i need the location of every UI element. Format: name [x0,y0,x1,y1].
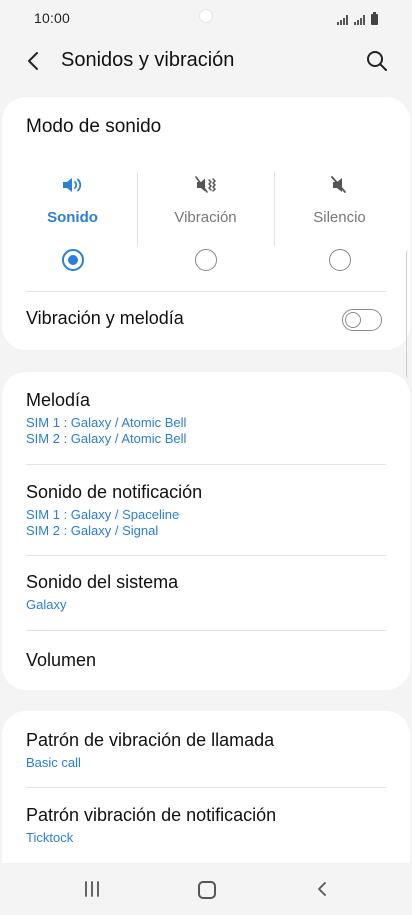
vibrate-with-ringtone-toggle[interactable] [342,309,382,331]
nav-back-icon[interactable] [314,881,330,897]
radio-vibration[interactable] [194,249,217,271]
call-vibration-pattern-title: Patrón de vibración de llamada [26,730,275,750]
mode-label-silent: Silencio [313,209,366,226]
signal-icon [337,15,348,25]
battery-icon [371,12,378,25]
status-icons [337,11,378,25]
volume-row[interactable]: Volumen [2,631,410,689]
melody-sim1: SIM 1 : Galaxy / Atomic Bell [26,415,187,430]
mute-icon [330,176,346,193]
notification-vibration-pattern-row[interactable]: Patrón vibración de notificación Ticktoc… [2,788,410,863]
speaker-icon [62,178,81,192]
system-sound-value: Galaxy [26,597,67,612]
radio-silent[interactable] [328,249,351,271]
notification-sound-sim1: SIM 1 : Galaxy / Spaceline [26,507,180,522]
recent-apps-icon[interactable] [84,881,100,897]
signal-icon [354,15,365,25]
scrollbar-handle[interactable] [406,250,412,378]
volume-title: Volumen [26,650,97,670]
system-sound-row[interactable]: Sonido del sistema Galaxy [2,556,410,630]
notification-sound-sim2: SIM 2 : Galaxy / Signal [26,523,159,538]
melody-sim2: SIM 2 : Galaxy / Atomic Bell [26,431,187,446]
vibrate-icon [194,176,216,193]
melody-row[interactable]: Melodía SIM 1 : Galaxy / Atomic Bell SIM… [2,372,410,464]
navigation-bar [0,863,412,915]
notification-vibration-pattern-value: Ticktock [26,830,74,845]
vibrate-with-ringtone-label: Vibración y melodía [26,308,184,328]
home-icon[interactable] [198,881,216,899]
radio-sound[interactable] [61,249,84,271]
ringtones-card: Melodía SIM 1 : Galaxy / Atomic Bell SIM… [2,372,410,690]
notification-sound-title: Sonido de notificación [26,482,203,502]
back-arrow-icon[interactable] [22,49,46,73]
mode-label-vibration: Vibración [174,209,237,226]
sound-mode-title: Modo de sonido [26,116,162,137]
sound-mode-card: Modo de sonido Sonido Vibración Silencio [2,97,410,350]
notification-vibration-pattern-title: Patrón vibración de notificación [26,805,277,825]
call-vibration-pattern-row[interactable]: Patrón de vibración de llamada Basic cal… [2,711,410,787]
notification-sound-row[interactable]: Sonido de notificación SIM 1 : Galaxy / … [2,465,410,555]
page-title: Sonidos y vibración [61,49,235,71]
vibration-patterns-card: Patrón de vibración de llamada Basic cal… [2,711,410,863]
app-header: Sonidos y vibración [0,36,412,86]
vibrate-with-ringtone-row[interactable]: Vibración y melodía [2,292,410,348]
system-sound-title: Sonido del sistema [26,572,179,592]
mode-label-sound: Sonido [47,209,98,226]
call-vibration-pattern-value: Basic call [26,755,81,770]
camera-cutout [199,9,213,23]
search-icon[interactable] [364,48,390,74]
status-time: 10:00 [34,10,71,26]
melody-title: Melodía [26,390,91,410]
